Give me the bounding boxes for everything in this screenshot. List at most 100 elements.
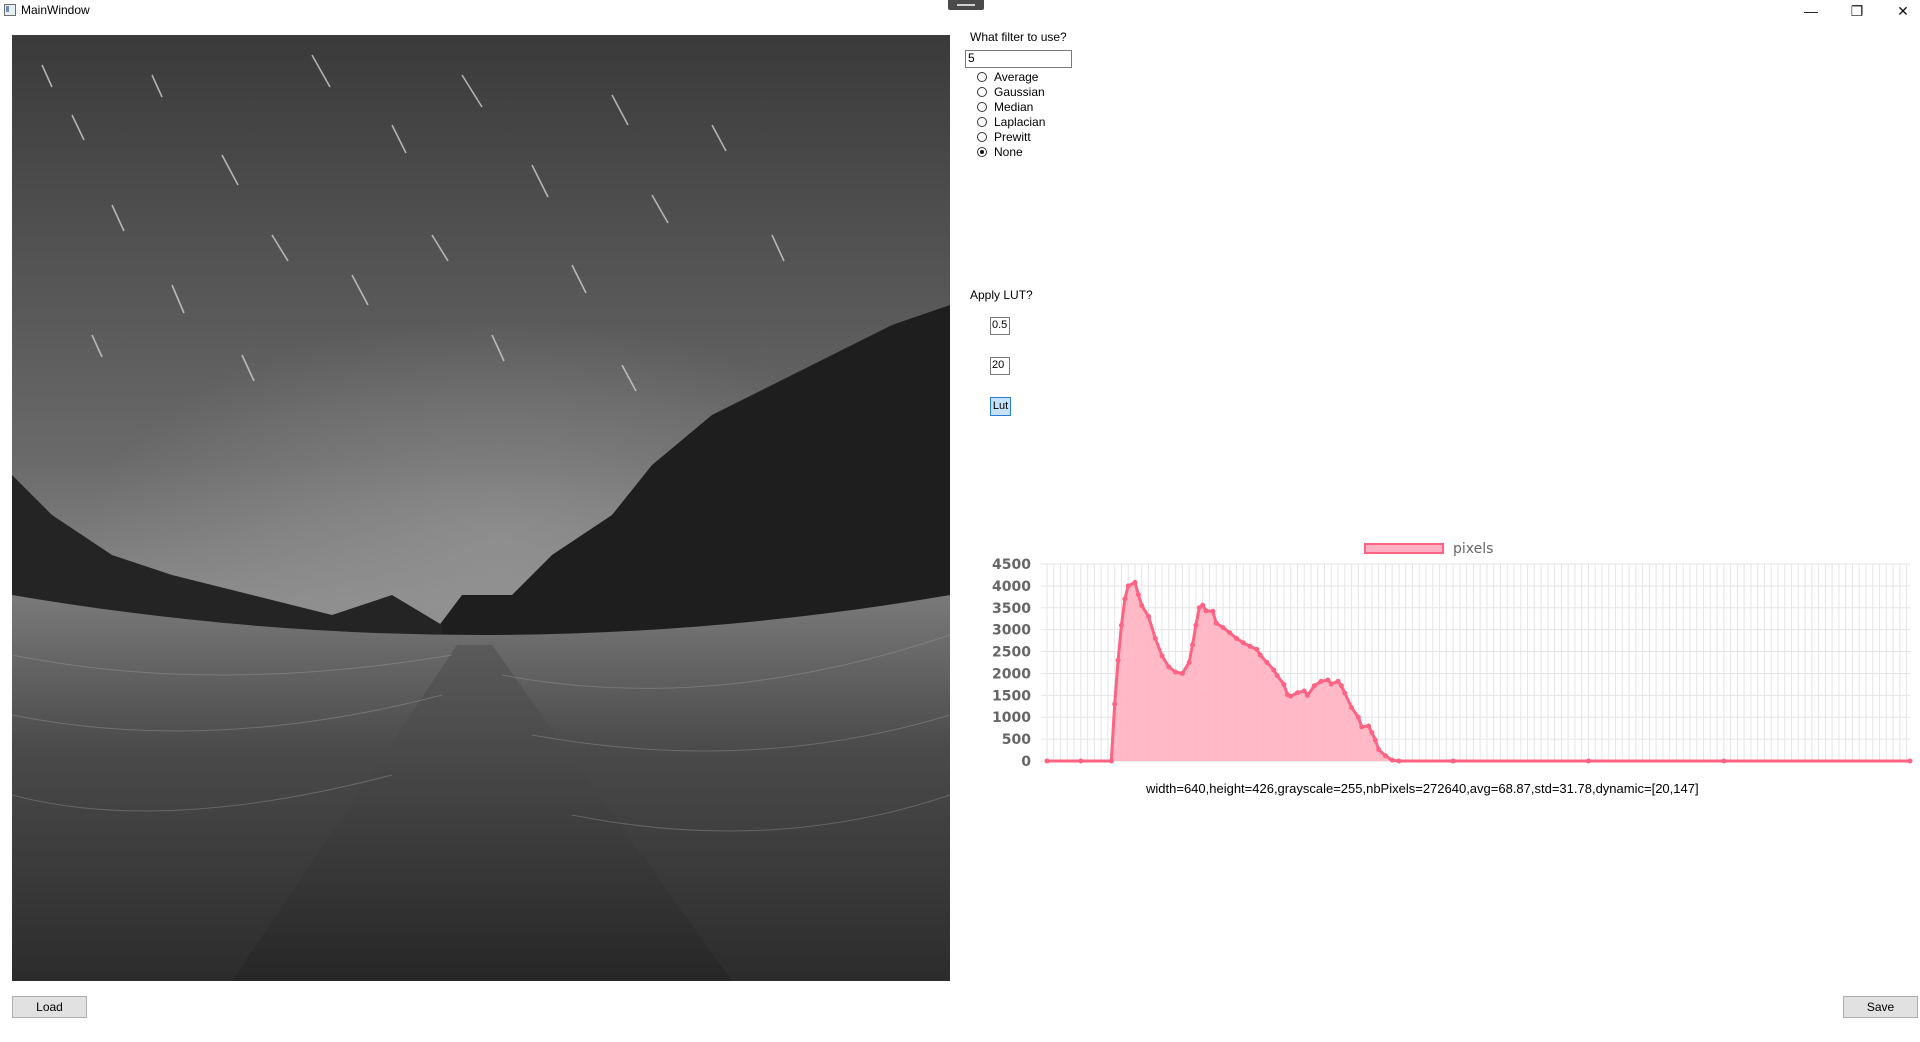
- data-point: [1907, 758, 1913, 764]
- data-point: [1200, 602, 1206, 608]
- title-bar: MainWindow — ❐ ✕: [0, 0, 1920, 22]
- radio-laplacian[interactable]: Laplacian: [977, 115, 1045, 129]
- radio-median-icon[interactable]: [977, 102, 987, 112]
- data-point: [1369, 730, 1375, 736]
- data-point: [1152, 635, 1158, 641]
- data-point: [1349, 705, 1355, 711]
- restore-button[interactable]: ❐: [1834, 0, 1880, 22]
- y-tick-label: 500: [1002, 732, 1031, 748]
- data-point: [1335, 678, 1341, 684]
- data-point: [1227, 630, 1233, 636]
- data-point: [1108, 758, 1114, 764]
- data-point: [1318, 678, 1324, 684]
- data-point: [1359, 724, 1365, 730]
- image-viewer: [12, 35, 950, 981]
- data-point: [1721, 758, 1727, 764]
- data-point: [1125, 583, 1131, 589]
- radio-prewitt-icon[interactable]: [977, 132, 987, 142]
- data-point: [1173, 669, 1179, 675]
- data-point: [1311, 683, 1317, 689]
- data-point: [1271, 667, 1277, 673]
- lut-button[interactable]: Lut: [990, 397, 1011, 416]
- lut-value2-input[interactable]: 20: [990, 357, 1010, 375]
- data-point: [1382, 753, 1388, 759]
- close-button[interactable]: ✕: [1880, 0, 1920, 22]
- minimize-button[interactable]: —: [1788, 0, 1834, 22]
- data-point: [1366, 723, 1372, 729]
- lut-value1-input[interactable]: 0.5: [990, 317, 1010, 335]
- y-tick-label: 4500: [992, 557, 1031, 573]
- data-point: [1112, 701, 1118, 707]
- data-point: [1247, 643, 1253, 649]
- legend-label: pixels: [1453, 541, 1493, 557]
- data-point: [1132, 579, 1138, 585]
- histogram-chart: 0 500 1000 1500 2000 2500 3000 3500 4000 4500 pixe…: [970, 538, 1918, 779]
- data-point: [1166, 664, 1172, 670]
- data-point: [1139, 603, 1145, 609]
- y-tick-label: 1500: [992, 688, 1031, 704]
- radio-average[interactable]: Average: [977, 70, 1038, 84]
- radio-prewitt-label: Prewitt: [994, 130, 1031, 144]
- y-tick-label: 2000: [992, 666, 1031, 682]
- data-point: [1389, 757, 1395, 763]
- radio-laplacian-icon[interactable]: [977, 117, 987, 127]
- data-point: [1372, 737, 1378, 743]
- y-tick-label: 3500: [992, 601, 1031, 617]
- radio-median[interactable]: Median: [977, 100, 1033, 114]
- data-point: [1203, 608, 1209, 614]
- data-point: [1115, 657, 1121, 663]
- data-point: [1301, 688, 1307, 694]
- load-button[interactable]: Load: [12, 996, 87, 1018]
- data-point: [1585, 758, 1591, 764]
- data-point: [1274, 673, 1280, 679]
- data-point: [1328, 681, 1334, 687]
- data-point: [1135, 592, 1141, 598]
- data-point: [1146, 614, 1152, 620]
- image-stats-text: width=640,height=426,grayscale=255,nbPix…: [1146, 781, 1699, 796]
- radio-gaussian-icon[interactable]: [977, 87, 987, 97]
- radio-laplacian-label: Laplacian: [994, 115, 1046, 129]
- drag-grip-icon[interactable]: [948, 0, 984, 10]
- data-point: [1220, 624, 1226, 630]
- y-tick-label: 1000: [992, 710, 1031, 726]
- data-point: [1213, 620, 1219, 626]
- radio-none[interactable]: None: [977, 145, 1023, 159]
- app-icon: [4, 4, 16, 16]
- radio-average-label: Average: [994, 70, 1039, 84]
- data-point: [1325, 677, 1331, 683]
- lut-question-label: Apply LUT?: [970, 288, 1033, 302]
- data-point: [1305, 692, 1311, 698]
- data-point: [1190, 642, 1196, 648]
- save-button[interactable]: Save: [1843, 996, 1918, 1018]
- data-point: [1342, 690, 1348, 696]
- data-point: [1355, 714, 1361, 720]
- data-point: [1193, 622, 1199, 628]
- y-tick-label: 2500: [992, 645, 1031, 661]
- data-point: [1288, 693, 1294, 699]
- data-point: [1264, 660, 1270, 665]
- radio-none-icon[interactable]: [977, 147, 987, 157]
- data-point: [1257, 652, 1263, 658]
- histogram-svg: 0 500 1000 1500 2000 2500 3000 3500 4000 4500 pixe…: [992, 541, 1913, 770]
- data-point: [1281, 681, 1287, 687]
- data-point: [1159, 653, 1165, 659]
- data-point: [1396, 758, 1402, 764]
- y-tick-label: 4000: [992, 579, 1031, 595]
- data-point: [1376, 747, 1382, 753]
- data-point: [1294, 690, 1300, 696]
- data-point: [1254, 646, 1260, 652]
- data-point: [1078, 758, 1084, 764]
- data-point: [1450, 758, 1456, 764]
- data-point: [1210, 608, 1216, 614]
- data-point: [1122, 596, 1128, 602]
- radio-prewitt[interactable]: Prewitt: [977, 130, 1031, 144]
- y-tick-label: 0: [1021, 754, 1031, 770]
- radio-gaussian[interactable]: Gaussian: [977, 85, 1045, 99]
- filter-size-input[interactable]: 5: [965, 50, 1072, 68]
- y-tick-label: 3000: [992, 623, 1031, 639]
- radio-median-label: Median: [994, 100, 1034, 114]
- data-point: [1240, 640, 1246, 646]
- legend-swatch: [1364, 543, 1444, 554]
- radio-average-icon[interactable]: [977, 72, 987, 82]
- data-point: [1179, 670, 1185, 676]
